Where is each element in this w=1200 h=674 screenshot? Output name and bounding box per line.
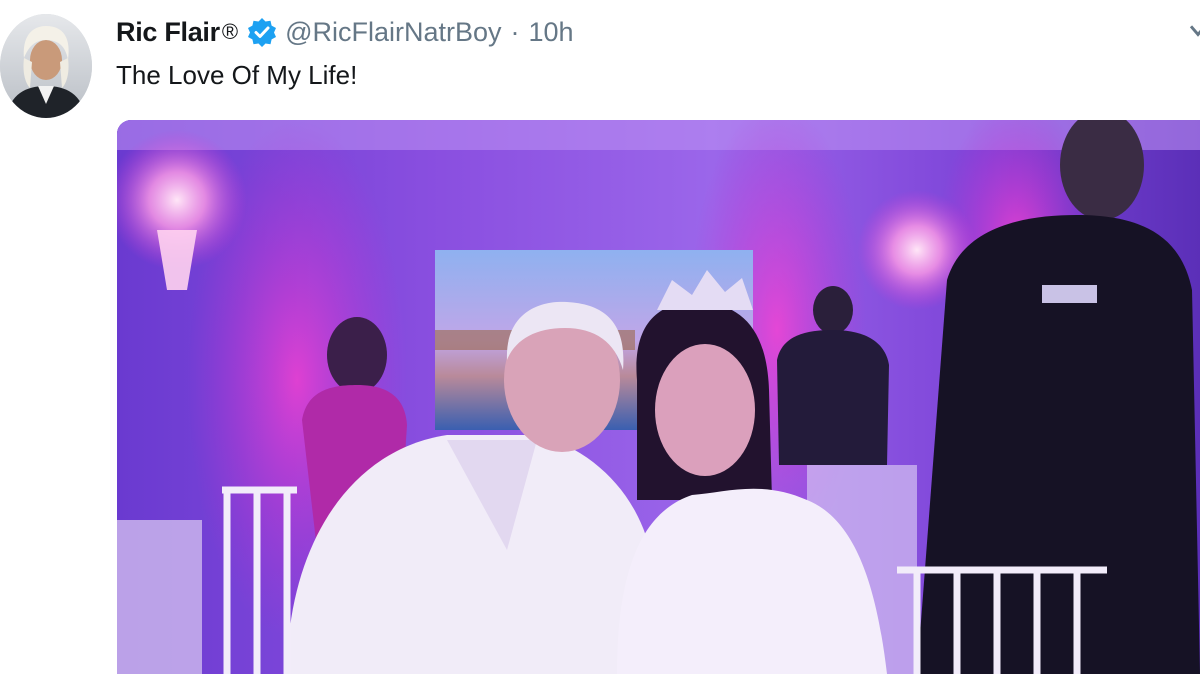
tweet-text: The Love Of My Life! — [116, 60, 358, 90]
registered-mark: ® — [221, 19, 239, 44]
tweet-photo[interactable] — [117, 120, 1200, 674]
author-avatar[interactable] — [0, 14, 92, 118]
author-handle[interactable]: @RicFlairNatrBoy — [285, 17, 501, 48]
header-separator: · — [510, 16, 520, 47]
chevron-down-icon[interactable] — [1188, 24, 1200, 38]
tweet-timestamp[interactable]: 10h — [529, 17, 574, 48]
author-name[interactable]: Ric Flair — [116, 17, 220, 48]
party-photo — [117, 120, 1200, 674]
avatar-photo — [0, 14, 92, 118]
verified-badge-icon — [247, 17, 277, 47]
tweet-header: Ric Flair ® @RicFlairNatrBoy · 10h — [116, 12, 574, 52]
